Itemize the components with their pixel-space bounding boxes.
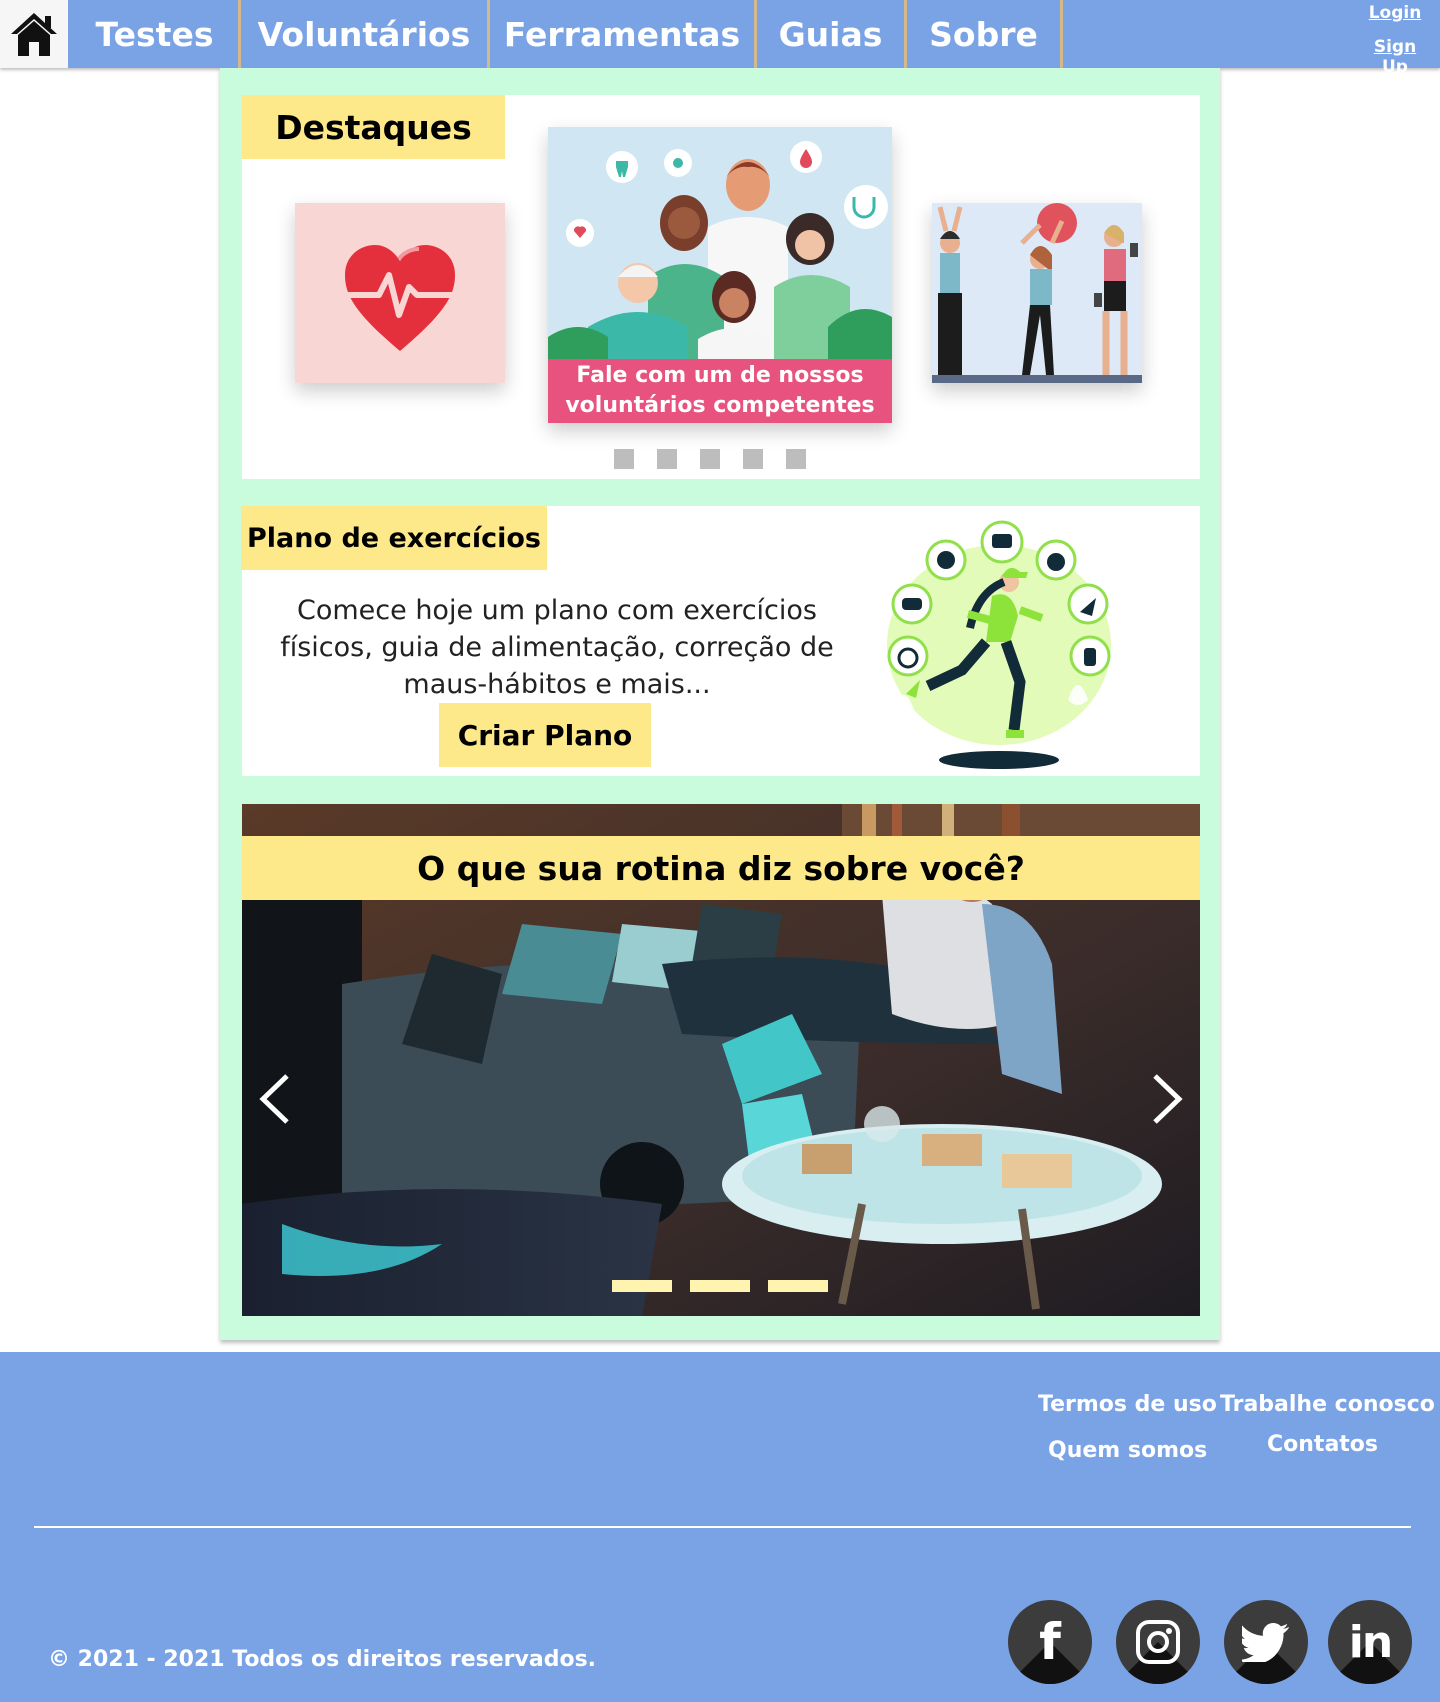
highlight-card-volunteers[interactable]: Fale com um de nossos voluntários compet… (548, 127, 892, 423)
footer-link-about[interactable]: Quem somos (1048, 1438, 1207, 1463)
nav-item-testes[interactable]: Testes (71, 0, 241, 68)
highlight-card-heart[interactable] (295, 203, 505, 383)
facebook-icon: f (1039, 1613, 1061, 1671)
chevron-right-icon (1153, 1074, 1183, 1124)
rotina-carousel: O que sua rotina diz sobre você? (242, 804, 1200, 1316)
nav-item-ferramentas[interactable]: Ferramentas (490, 0, 757, 68)
footer-divider (34, 1526, 1411, 1528)
pagination-dot[interactable] (700, 449, 720, 469)
pagination-dot[interactable] (614, 449, 634, 469)
highlight-card-fitness[interactable] (932, 203, 1142, 383)
home-icon (11, 13, 57, 56)
footer-link-contacts[interactable]: Contatos (1267, 1432, 1378, 1457)
main-content: Destaques Fale com um de nossos voluntár… (220, 68, 1220, 1340)
pagination-dot[interactable] (657, 449, 677, 469)
volunteers-caption-line2: voluntários competentes (565, 393, 875, 418)
rotina-title: O que sua rotina diz sobre você? (242, 836, 1200, 900)
top-nav: Testes Voluntários Ferramentas Guias Sob… (0, 0, 1440, 77)
footer: Termos de uso Trabalhe conosco Quem somo… (0, 1352, 1440, 1702)
nav-item-guias[interactable]: Guias (757, 0, 907, 68)
linkedin-link[interactable]: in (1328, 1600, 1412, 1684)
pagination-dot[interactable] (743, 449, 763, 469)
login-link[interactable]: Login (1360, 3, 1430, 23)
volunteers-caption: Fale com um de nossos voluntários compet… (548, 359, 892, 423)
pagination-dot[interactable] (786, 449, 806, 469)
carousel-indicators (612, 1280, 828, 1292)
runner-illustration (887, 520, 1111, 769)
nav-item-voluntarios[interactable]: Voluntários (241, 0, 490, 68)
highlight-pagination (614, 449, 806, 469)
carousel-next-button[interactable] (1142, 1069, 1192, 1129)
volunteers-illustration (548, 127, 892, 359)
fitness-illustration (932, 203, 1142, 383)
signup-link[interactable]: Sign Up (1360, 37, 1430, 77)
chevron-left-icon (259, 1074, 289, 1124)
facebook-link[interactable]: f (1008, 1600, 1092, 1684)
destaques-title: Destaques (242, 95, 505, 159)
heart-icon (295, 203, 505, 383)
criar-plano-button[interactable]: Criar Plano (439, 703, 651, 767)
instagram-link[interactable] (1116, 1600, 1200, 1684)
twitter-icon (1242, 1623, 1289, 1662)
plano-title: Plano de exercícios (241, 506, 547, 570)
copyright-text: © 2021 - 2021 Todos os direitos reservad… (48, 1647, 597, 1672)
footer-link-work[interactable]: Trabalhe conosco (1220, 1392, 1435, 1417)
linkedin-icon: in (1348, 1616, 1393, 1668)
plano-section: Plano de exercícios Comece hoje um plano… (241, 506, 1200, 776)
carousel-prev-button[interactable] (250, 1069, 300, 1129)
carousel-indicator[interactable] (768, 1280, 828, 1292)
carousel-indicator[interactable] (690, 1280, 750, 1292)
instagram-icon (1136, 1620, 1180, 1664)
home-button[interactable] (0, 0, 68, 68)
plano-description: Comece hoje um plano com exercícios físi… (280, 595, 834, 700)
auth-links: Login Sign Up (1360, 0, 1430, 77)
volunteers-caption-line1: Fale com um de nossos (576, 363, 864, 388)
twitter-link[interactable] (1224, 1600, 1308, 1684)
carousel-indicator[interactable] (612, 1280, 672, 1292)
footer-link-terms[interactable]: Termos de uso (1038, 1392, 1217, 1417)
destaques-section: Destaques Fale com um de nossos voluntár… (242, 95, 1200, 479)
nav-item-sobre[interactable]: Sobre (907, 0, 1063, 68)
